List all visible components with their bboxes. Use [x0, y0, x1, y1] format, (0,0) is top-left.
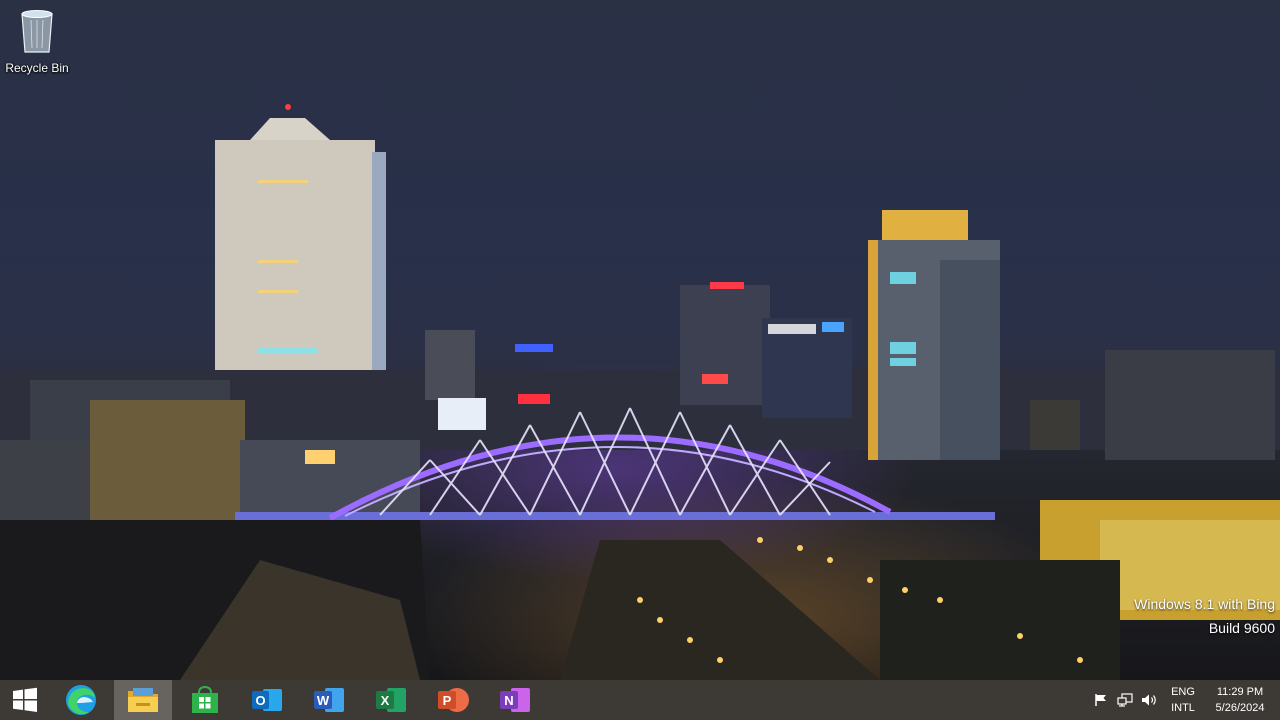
edge-icon [66, 685, 96, 715]
excel-icon: X [376, 688, 406, 712]
tray-action-center-flag[interactable] [1090, 680, 1112, 720]
tray-network[interactable] [1114, 680, 1136, 720]
taskbar-app-edge[interactable] [52, 680, 110, 720]
windows-logo-icon [13, 687, 37, 712]
taskbar-app-outlook[interactable]: O [238, 680, 296, 720]
watermark-build: Build 9600 [1208, 620, 1275, 636]
wallpaper-city-scene [0, 104, 1280, 680]
tray-clock[interactable]: 11:29 PM 5/26/2024 [1204, 680, 1276, 720]
tray-input-language[interactable]: ENG INTL [1164, 680, 1202, 720]
svg-text:X: X [381, 693, 390, 708]
svg-text:N: N [504, 693, 513, 708]
recycle-bin-icon [21, 10, 53, 53]
taskbar: O W X P N ENG INTL 11:29 PM 5/26/2024 [0, 680, 1280, 720]
network-icon [1117, 693, 1133, 707]
store-icon [192, 685, 218, 713]
language-code: ENG [1171, 686, 1195, 698]
clock-date: 5/26/2024 [1215, 702, 1265, 714]
watermark-edition: Windows 8.1 with Bing [1134, 596, 1275, 612]
taskbar-app-onenote[interactable]: N [486, 680, 544, 720]
svg-text:O: O [255, 693, 265, 708]
word-icon: W [314, 688, 344, 712]
desktop-wallpaper: Recycle Bin Windows 8.1 with Bing Build … [0, 0, 1280, 680]
clock-time: 11:29 PM [1216, 686, 1264, 698]
taskbar-app-word[interactable]: W [300, 680, 358, 720]
powerpoint-icon: P [438, 688, 469, 712]
start-button[interactable] [0, 680, 50, 720]
flag-icon [1095, 694, 1106, 706]
recycle-bin-label: Recycle Bin [5, 61, 69, 75]
taskbar-app-powerpoint[interactable]: P [424, 680, 482, 720]
file-explorer-icon [128, 688, 158, 712]
svg-text:W: W [317, 693, 330, 708]
volume-icon [1142, 694, 1156, 706]
taskbar-app-file-explorer[interactable] [114, 680, 172, 720]
taskbar-app-excel[interactable]: X [362, 680, 420, 720]
windows-build-watermark: Windows 8.1 with Bing Build 9600 [1134, 592, 1275, 640]
svg-text:P: P [443, 693, 452, 708]
taskbar-app-store[interactable] [176, 680, 234, 720]
outlook-icon: O [252, 689, 282, 711]
keyboard-layout: INTL [1171, 702, 1195, 714]
desktop-icon-recycle-bin[interactable]: Recycle Bin [4, 6, 70, 75]
tray-volume[interactable] [1138, 680, 1162, 720]
onenote-icon: N [500, 688, 530, 712]
